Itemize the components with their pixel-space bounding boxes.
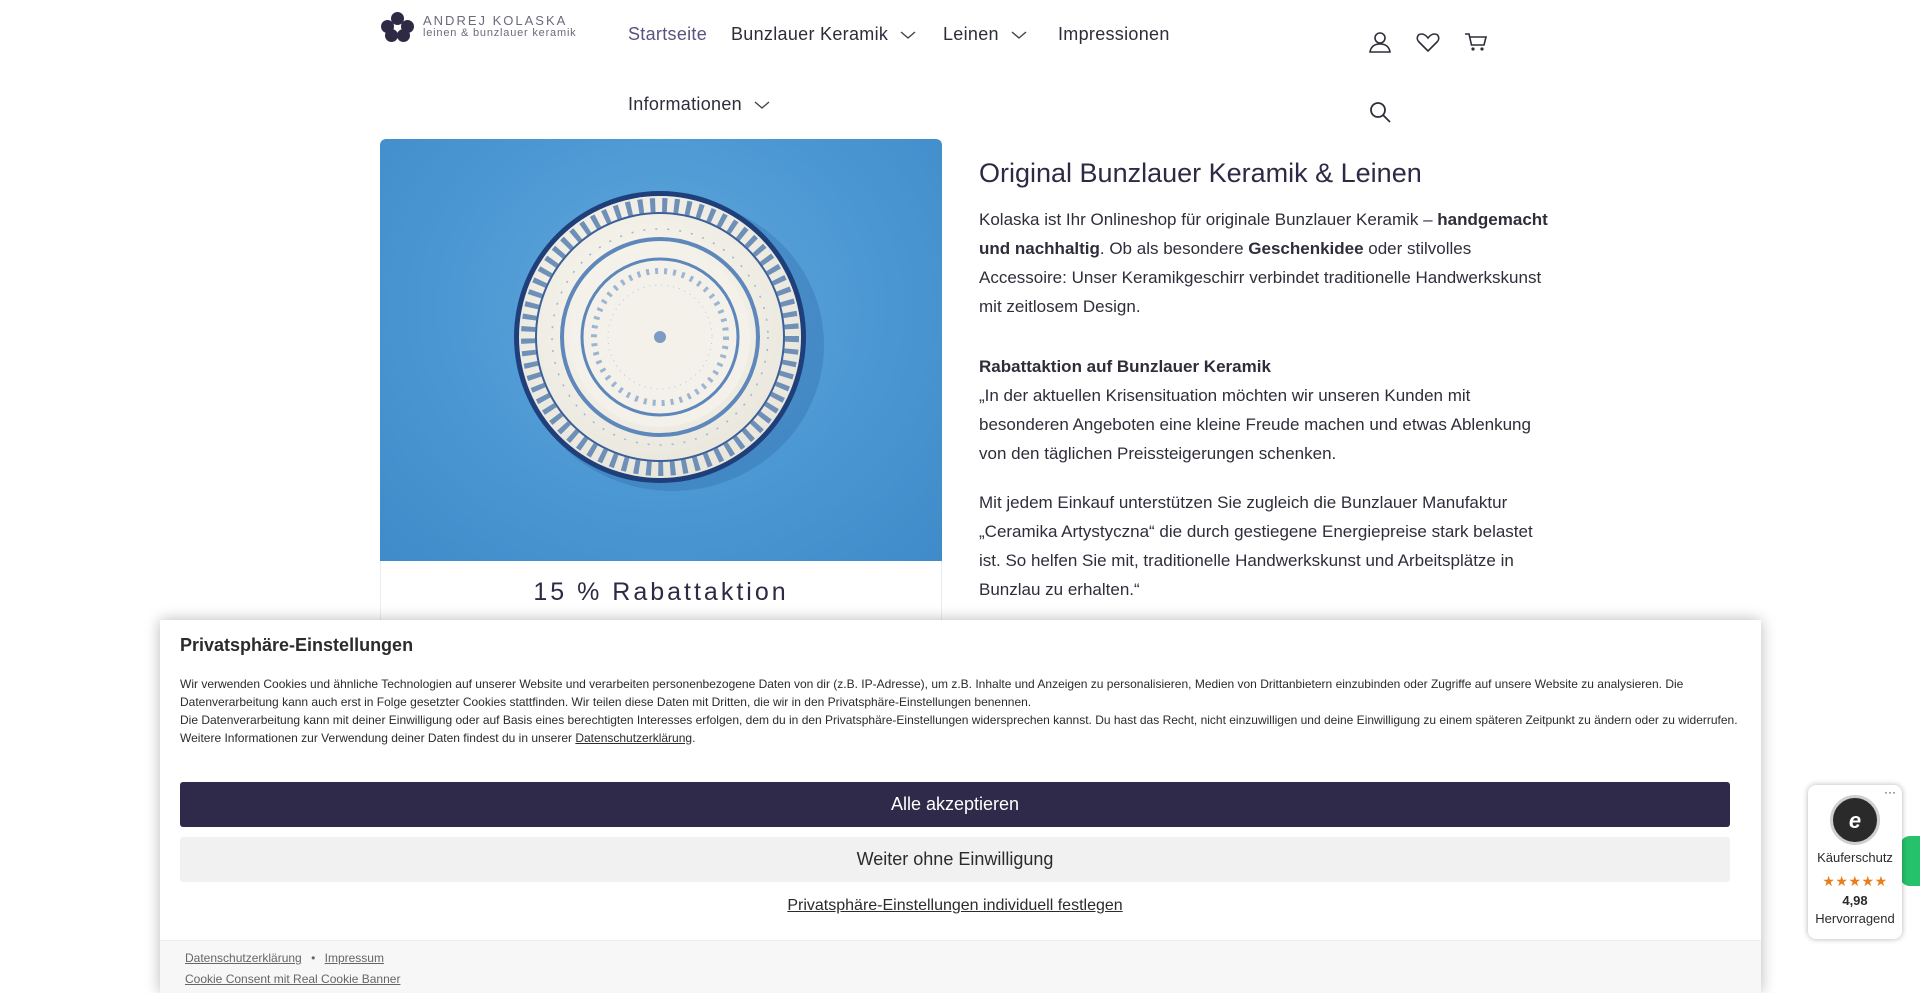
rating-label: Hervorragend [1815,911,1895,926]
footer-imprint-link[interactable]: Impressum [325,951,384,965]
chevron-down-icon [1011,30,1027,39]
cookie-footer: Datenschutzerklärung • Impressum Cookie … [160,940,1761,993]
rabatt-heading: Rabattaktion auf Bunzlauer Keramik [979,357,1271,376]
intro-text: . Ob als besondere [1099,239,1249,258]
cart-icon[interactable] [1463,29,1489,55]
buyer-protection-label: Käuferschutz [1817,850,1893,865]
nav-informationen[interactable]: Informationen [628,94,770,115]
rating-score: 4,98 [1842,893,1868,908]
rabatt-text: „In der aktuellen Krisensituation möchte… [979,386,1531,463]
search-icon[interactable] [1367,99,1393,125]
chevron-down-icon [754,100,770,109]
logo-wordmark: ANDREJ KOLASKA leinen & bunzlauer kerami… [423,13,577,39]
cookie-paragraph-1: Wir verwenden Cookies und ähnliche Techn… [180,677,1684,709]
plate-illustration [514,191,824,491]
heart-icon[interactable] [1415,29,1441,55]
individual-settings-link[interactable]: Privatsphäre-Einstellungen individuell f… [180,897,1730,915]
nav-label: Startseite [628,24,708,44]
nav-startseite[interactable]: Startseite [628,24,707,45]
chat-tab[interactable] [1900,836,1920,886]
nav-bunzlauer-keramik[interactable]: Bunzlauer Keramik [731,24,916,45]
page-title: Original Bunzlauer Keramik & Leinen [979,158,1422,188]
user-icon[interactable] [1367,29,1393,55]
logo-name: ANDREJ KOLASKA [423,13,568,28]
nav-label: Informationen [628,94,742,114]
accept-all-button[interactable]: Alle akzeptieren [180,782,1730,827]
continue-without-consent-button[interactable]: Weiter ohne Einwilligung [180,837,1730,882]
trusted-shops-badge[interactable]: ··· e Käuferschutz ★★★★★ 4,98 Hervorrage… [1808,785,1902,939]
intro-text: Kolaska ist Ihr Onlineshop für originale… [979,210,1438,229]
chevron-down-icon [900,30,916,39]
cookie-paragraph-2: Die Datenverarbeitung kann mit deiner Ei… [180,711,1740,747]
intro-bold-gift: Geschenkidee [1248,239,1364,258]
footer-separator: • [311,951,316,965]
cookie-p2-text: Die Datenverarbeitung kann mit deiner Ei… [180,713,1738,745]
hero-plate-image[interactable] [380,139,942,561]
intro-paragraph: Kolaska ist Ihr Onlineshop für originale… [979,205,1549,321]
nav-leinen[interactable]: Leinen [943,24,1027,45]
nav-label: Impressionen [1058,24,1170,44]
trust-seal-icon: e [1830,795,1880,845]
cookie-p2-end: . [692,731,696,745]
promo-title[interactable]: 15 % Rabattaktion [380,578,942,607]
nav-label: Leinen [943,24,999,44]
seal-letter: e [1848,808,1862,833]
nav-label: Bunzlauer Keramik [731,24,889,44]
cookie-title: Privatsphäre-Einstellungen [180,635,414,655]
logo-tagline: leinen & bunzlauer keramik [423,27,577,39]
star-rating-icon: ★★★★★ [1822,873,1888,889]
support-text: Mit jedem Einkauf unterstützen Sie zugle… [979,493,1533,599]
cookie-consent-dialog: Privatsphäre-Einstellungen Wir verwenden… [160,620,1761,993]
footer-rcb-link[interactable]: Cookie Consent mit Real Cookie Banner [185,972,400,986]
flower-logo-icon [381,12,415,42]
site-logo[interactable]: ANDREJ KOLASKA leinen & bunzlauer kerami… [381,12,576,42]
nav-impressionen[interactable]: Impressionen [1058,24,1170,45]
footer-privacy-link[interactable]: Datenschutzerklärung [185,951,302,965]
cookie-privacy-link[interactable]: Datenschutzerklärung [575,731,692,745]
more-options-icon[interactable]: ··· [1884,785,1896,799]
